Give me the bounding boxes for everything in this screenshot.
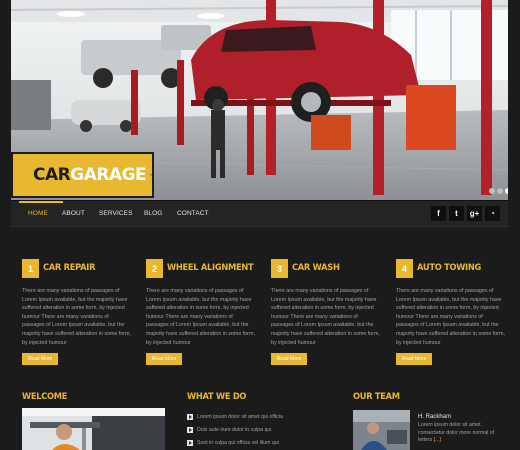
- list-item[interactable]: Duis aute irure dolor in culpa qui: [187, 423, 283, 436]
- service-title: AUTO TOWING: [417, 263, 482, 273]
- active-nav-indicator: [19, 201, 63, 203]
- what-we-do-heading: WHAT WE DO: [187, 392, 247, 402]
- our-team-heading: OUR TEAM: [353, 392, 400, 402]
- service-title: WHEEL ALIGNMENT: [167, 263, 254, 273]
- service-number: 1: [22, 259, 39, 278]
- twitter-icon[interactable]: t: [449, 206, 464, 221]
- team-member-photo: [353, 410, 410, 450]
- read-more-button[interactable]: Read More: [271, 353, 307, 365]
- read-more-button[interactable]: Read More: [22, 353, 58, 365]
- slider-dot[interactable]: [505, 188, 508, 194]
- list-item-text: Sunt in culpa qui officia vel illum qui: [197, 439, 279, 446]
- welcome-heading: WELCOME: [22, 392, 68, 402]
- team-member-name: H. Rackham: [418, 414, 452, 420]
- slider-dot[interactable]: [489, 188, 495, 194]
- service-number: 3: [271, 259, 288, 278]
- service-description: There are many variations of passages of…: [396, 288, 505, 346]
- service-title: CAR REPAIR: [43, 263, 96, 273]
- list-item-text: Duis aute irure dolor in culpa qui: [197, 426, 272, 433]
- arrow-right-icon: [187, 439, 193, 446]
- nav-contact[interactable]: CONTACT: [177, 210, 209, 217]
- read-more-link[interactable]: [...]: [434, 437, 441, 443]
- logo-word-car: CAR: [33, 165, 71, 185]
- social-links: f t g+ ◔: [431, 206, 500, 221]
- read-more-button[interactable]: Read More: [396, 353, 432, 365]
- service-description: There are many variations of passages of…: [22, 288, 131, 346]
- nav-services[interactable]: SERVICES: [99, 210, 133, 217]
- welcome-mechanic-image: [22, 408, 165, 450]
- googleplus-icon[interactable]: g+: [467, 206, 482, 221]
- what-we-do-list: Lorem ipsum dolor sit amet qui officia D…: [187, 410, 283, 449]
- service-description: There are many variations of passages of…: [146, 288, 255, 346]
- facebook-icon[interactable]: f: [431, 206, 446, 221]
- slider-dot[interactable]: [497, 188, 503, 194]
- list-item-text: Lorem ipsum dolor sit amet qui officia: [197, 413, 283, 420]
- arrow-right-icon: [187, 426, 193, 433]
- service-title: CAR WASH: [292, 263, 340, 273]
- slider-dots[interactable]: [489, 188, 508, 194]
- service-description: There are many variations of passages of…: [271, 288, 380, 346]
- nav-home[interactable]: HOME: [28, 210, 48, 217]
- team-member-bio-text: Lorem ipsum dolor sit amet consectetur d…: [418, 422, 495, 444]
- list-item[interactable]: Lorem ipsum dolor sit amet qui officia: [187, 410, 283, 423]
- team-member-bio: Lorem ipsum dolor sit amet consectetur d…: [418, 422, 508, 445]
- nav-blog[interactable]: BLOG: [144, 210, 162, 217]
- site-logo[interactable]: CAR GARAGE: [11, 152, 154, 198]
- list-item[interactable]: Sunt in culpa qui officia vel illum qui: [187, 436, 283, 449]
- arrow-right-icon: [187, 413, 193, 420]
- service-number: 4: [396, 259, 413, 278]
- nav-about[interactable]: ABOUT: [62, 210, 85, 217]
- rss-icon[interactable]: ◔: [485, 206, 500, 221]
- logo-word-garage: GARAGE: [70, 165, 147, 185]
- wrench-screwdriver-icon: [150, 174, 152, 176]
- read-more-button[interactable]: Read More: [146, 353, 182, 365]
- main-navigation: HOME ABOUT SERVICES BLOG CONTACT f t g+ …: [11, 200, 508, 227]
- service-number: 2: [146, 259, 163, 278]
